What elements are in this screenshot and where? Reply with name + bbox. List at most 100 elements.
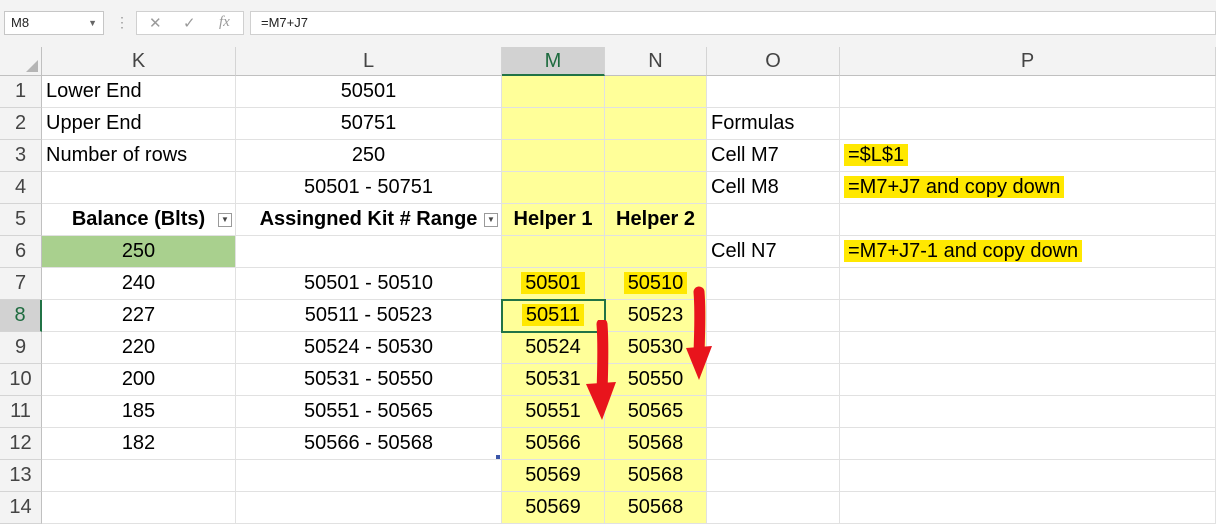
cell-p14[interactable] <box>840 492 1216 524</box>
fill-handle[interactable] <box>600 328 606 334</box>
cell-l13[interactable] <box>236 460 502 492</box>
cell-k11[interactable]: 185 <box>42 396 236 428</box>
cell-m3[interactable] <box>502 140 605 172</box>
cell-k8[interactable]: 227 <box>42 300 236 332</box>
cell-k5[interactable]: Balance (Blts) ▼ <box>42 204 236 236</box>
row-header-11[interactable]: 11 <box>0 396 42 428</box>
cell-p10[interactable] <box>840 364 1216 396</box>
cell-o6[interactable]: Cell N7 <box>707 236 840 268</box>
cell-k14[interactable] <box>42 492 236 524</box>
cell-o13[interactable] <box>707 460 840 492</box>
cell-o1[interactable] <box>707 76 840 108</box>
name-box[interactable]: M8 ▼ <box>4 11 104 35</box>
cell-n13[interactable]: 50568 <box>605 460 707 492</box>
cell-n10[interactable]: 50550 <box>605 364 707 396</box>
cell-p4[interactable]: =M7+J7 and copy down <box>840 172 1216 204</box>
cell-k12[interactable]: 182 <box>42 428 236 460</box>
cell-n1[interactable] <box>605 76 707 108</box>
cell-m13[interactable]: 50569 <box>502 460 605 492</box>
insert-function-icon[interactable]: fx <box>219 14 230 31</box>
row-header-5[interactable]: 5 <box>0 204 42 236</box>
cell-p2[interactable] <box>840 108 1216 140</box>
cell-p8[interactable] <box>840 300 1216 332</box>
row-header-7[interactable]: 7 <box>0 268 42 300</box>
formula-input[interactable]: =M7+J7 <box>250 11 1216 35</box>
cell-m1[interactable] <box>502 76 605 108</box>
cell-o3[interactable]: Cell M7 <box>707 140 840 172</box>
row-header-10[interactable]: 10 <box>0 364 42 396</box>
cell-p11[interactable] <box>840 396 1216 428</box>
cell-m14[interactable]: 50569 <box>502 492 605 524</box>
cell-n5[interactable]: Helper 2 <box>605 204 707 236</box>
cell-l9[interactable]: 50524 - 50530 <box>236 332 502 364</box>
cell-l7[interactable]: 50501 - 50510 <box>236 268 502 300</box>
cell-o2[interactable]: Formulas <box>707 108 840 140</box>
column-header-k[interactable]: K <box>42 47 236 76</box>
cell-l11[interactable]: 50551 - 50565 <box>236 396 502 428</box>
cell-o5[interactable] <box>707 204 840 236</box>
cancel-icon[interactable]: ✕ <box>149 14 162 32</box>
cell-m6[interactable] <box>502 236 605 268</box>
cell-k4[interactable] <box>42 172 236 204</box>
cell-k9[interactable]: 220 <box>42 332 236 364</box>
cell-m4[interactable] <box>502 172 605 204</box>
cell-p1[interactable] <box>840 76 1216 108</box>
cell-l10[interactable]: 50531 - 50550 <box>236 364 502 396</box>
filter-dropdown-icon[interactable]: ▼ <box>484 213 498 227</box>
cell-k2[interactable]: Upper End <box>42 108 236 140</box>
cell-n14[interactable]: 50568 <box>605 492 707 524</box>
cell-n12[interactable]: 50568 <box>605 428 707 460</box>
cell-l6[interactable] <box>236 236 502 268</box>
cell-l2[interactable]: 50751 <box>236 108 502 140</box>
cell-l4[interactable]: 50501 - 50751 <box>236 172 502 204</box>
cell-o10[interactable] <box>707 364 840 396</box>
cell-m5[interactable]: Helper 1 <box>502 204 605 236</box>
cell-o4[interactable]: Cell M8 <box>707 172 840 204</box>
select-all-button[interactable] <box>0 47 42 76</box>
cell-m12[interactable]: 50566 <box>502 428 605 460</box>
cell-m8[interactable]: 50511 <box>502 300 605 332</box>
cell-p3[interactable]: =$L$1 <box>840 140 1216 172</box>
row-header-2[interactable]: 2 <box>0 108 42 140</box>
cell-k7[interactable]: 240 <box>42 268 236 300</box>
cell-p5[interactable] <box>840 204 1216 236</box>
cell-p12[interactable] <box>840 428 1216 460</box>
cell-n7[interactable]: 50510 <box>605 268 707 300</box>
cell-m10[interactable]: 50531 <box>502 364 605 396</box>
enter-icon[interactable]: ✓ <box>183 14 196 32</box>
more-options-icon[interactable]: ⋮ <box>115 14 129 31</box>
row-header-14[interactable]: 14 <box>0 492 42 524</box>
cell-p9[interactable] <box>840 332 1216 364</box>
row-header-4[interactable]: 4 <box>0 172 42 204</box>
cell-p13[interactable] <box>840 460 1216 492</box>
cell-n4[interactable] <box>605 172 707 204</box>
row-header-1[interactable]: 1 <box>0 76 42 108</box>
cell-o7[interactable] <box>707 268 840 300</box>
row-header-12[interactable]: 12 <box>0 428 42 460</box>
cell-l5[interactable]: Assingned Kit # Range ▼ <box>236 204 502 236</box>
cell-m2[interactable] <box>502 108 605 140</box>
cell-l1[interactable]: 50501 <box>236 76 502 108</box>
cell-o11[interactable] <box>707 396 840 428</box>
filter-dropdown-icon[interactable]: ▼ <box>218 213 232 227</box>
cell-k1[interactable]: Lower End <box>42 76 236 108</box>
row-header-13[interactable]: 13 <box>0 460 42 492</box>
cell-l8[interactable]: 50511 - 50523 <box>236 300 502 332</box>
row-header-9[interactable]: 9 <box>0 332 42 364</box>
cell-k10[interactable]: 200 <box>42 364 236 396</box>
cell-n3[interactable] <box>605 140 707 172</box>
column-header-n[interactable]: N <box>605 47 707 76</box>
cell-p6[interactable]: =M7+J7-1 and copy down <box>840 236 1216 268</box>
column-header-p[interactable]: P <box>840 47 1216 76</box>
cell-o8[interactable] <box>707 300 840 332</box>
cell-n6[interactable] <box>605 236 707 268</box>
cell-m9[interactable]: 50524 <box>502 332 605 364</box>
cell-n8[interactable]: 50523 <box>605 300 707 332</box>
cell-m11[interactable]: 50551 <box>502 396 605 428</box>
name-box-dropdown-icon[interactable]: ▼ <box>88 12 97 34</box>
cell-n11[interactable]: 50565 <box>605 396 707 428</box>
cell-k6[interactable]: 250 <box>42 236 236 268</box>
cell-n2[interactable] <box>605 108 707 140</box>
column-header-m[interactable]: M <box>502 47 605 76</box>
cell-l3[interactable]: 250 <box>236 140 502 172</box>
